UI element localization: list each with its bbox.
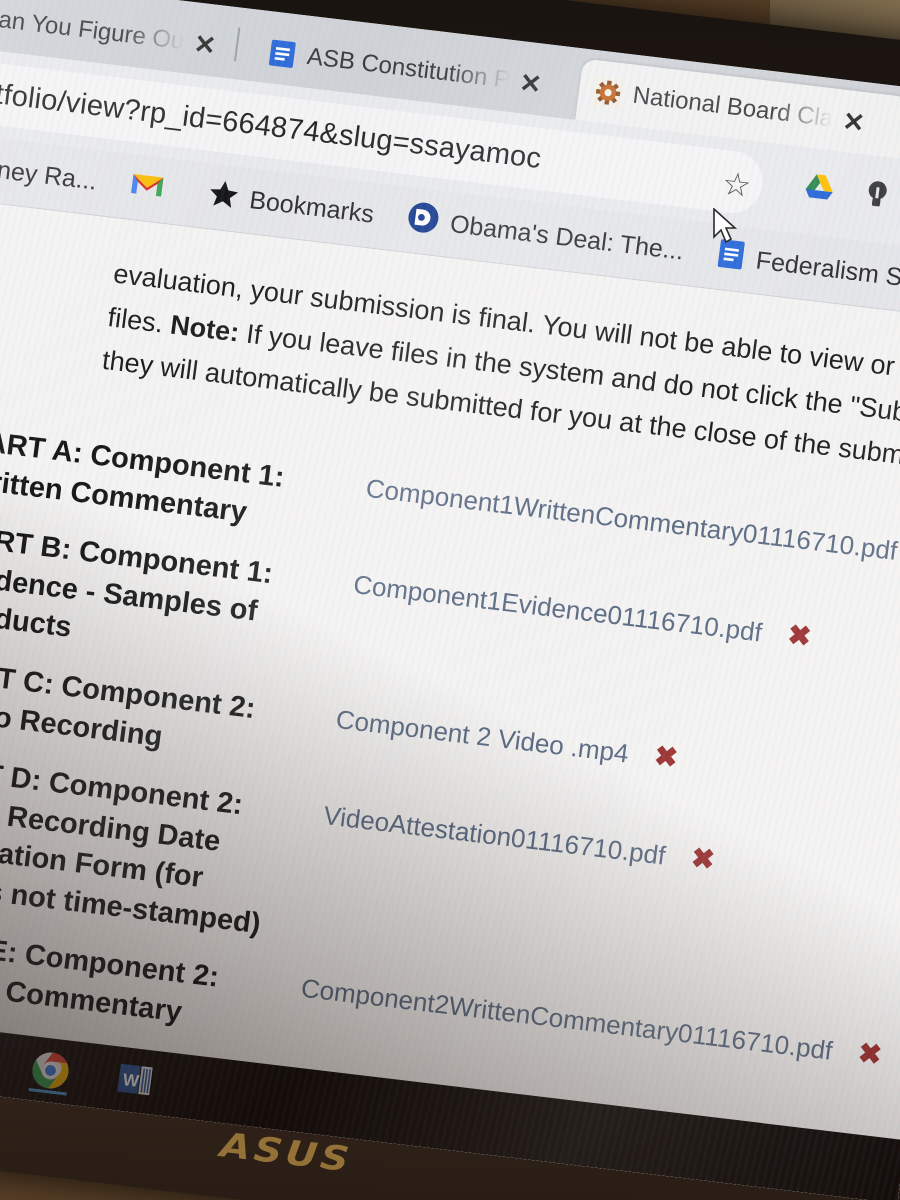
google-docs-icon [266, 37, 300, 70]
browser-tab-2-close-icon[interactable]: ✕ [518, 67, 544, 99]
monitor-screen: Can You Figure Ou ✕ ASB Constitution P ✕ [0, 0, 900, 1200]
part-d-delete-icon[interactable]: ✖ [689, 842, 716, 876]
browser-tab-1-title: Can You Figure Ou [0, 4, 186, 55]
bookmark-label: 2012 Money Ra... [0, 144, 99, 196]
notice-note-label: Note: [168, 309, 242, 348]
portfolio-parts-table: PART A: Component 1: Written Commentary … [0, 412, 900, 1124]
bookmark-item-money-ra[interactable]: 2012 Money Ra... [0, 144, 98, 196]
computer-monitor: ASUS Can You Figure Ou ✕ ASB Constitutio… [0, 0, 900, 1200]
part-c-delete-icon[interactable]: ✖ [652, 740, 679, 774]
browser-tab-1-close-icon[interactable]: ✕ [192, 28, 218, 60]
google-drive-icon[interactable] [800, 169, 838, 207]
part-b-delete-icon[interactable]: ✖ [786, 619, 813, 653]
bookmark-label: Federalism Scaveng... [754, 246, 900, 304]
gmail-icon [128, 170, 166, 207]
bookmark-item-bookmarks-folder[interactable]: Bookmarks [206, 177, 376, 233]
svg-text:W: W [122, 1070, 141, 1091]
bookmark-label: Obama's Deal: The... [448, 209, 686, 266]
part-e-delete-icon[interactable]: ✖ [856, 1037, 883, 1071]
mouse-cursor [713, 208, 738, 244]
part-a-file-cell: Component1WrittenCommentary01116710.pdf … [364, 469, 900, 573]
bookmark-item-gmail[interactable] [128, 170, 177, 208]
browser-tab-2-title: ASB Constitution P [305, 42, 512, 94]
lightbulb-icon[interactable] [860, 177, 894, 214]
star-icon [206, 177, 241, 217]
bookmark-label: Bookmarks [247, 186, 376, 229]
chrome-icon[interactable] [28, 1048, 73, 1092]
pbs-logo-icon [405, 200, 442, 242]
notice-line-2: files. [106, 301, 173, 340]
part-a-file-link[interactable]: Component1WrittenCommentary01116710.pdf [364, 473, 899, 567]
browser-tab-3-close-icon[interactable]: ✕ [841, 106, 867, 138]
word-icon[interactable]: W [113, 1058, 158, 1102]
browser-tab-3-title: National Board Cla [631, 81, 835, 133]
gear-icon [591, 75, 625, 110]
